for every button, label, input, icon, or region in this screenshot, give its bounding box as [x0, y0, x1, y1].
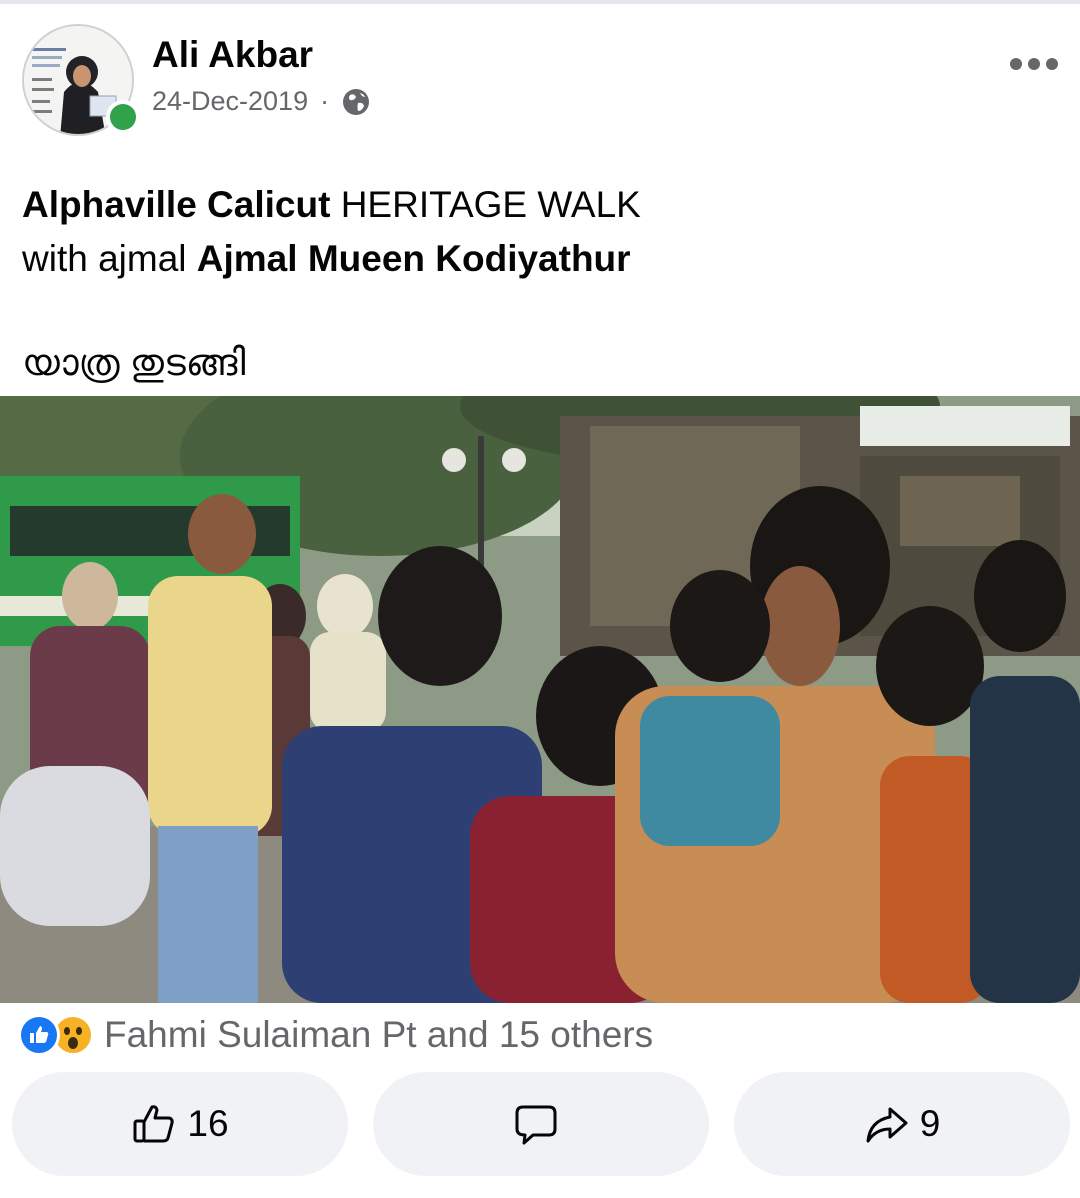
reactions-summary-text[interactable]: Fahmi Sulaiman Pt and 15 others [104, 1014, 653, 1056]
post-actions: 16 9 [12, 1072, 1070, 1176]
post-header: Ali Akbar 24-Dec-2019 · [0, 20, 1080, 140]
meta-separator: · [320, 86, 330, 116]
post-date[interactable]: 24-Dec-2019 [152, 86, 308, 117]
reactions-summary[interactable]: Fahmi Sulaiman Pt and 15 others [18, 1010, 653, 1060]
online-status-indicator [106, 100, 140, 134]
post-text-line-2: with ajmal Ajmal Mueen Kodiyathur [22, 232, 1062, 286]
more-options-icon[interactable] [1010, 56, 1058, 72]
like-count: 16 [187, 1103, 229, 1144]
tagged-person-link[interactable]: Ajmal Mueen Kodiyathur [197, 238, 631, 279]
post-photo[interactable] [0, 396, 1080, 1003]
post-text-fragment: with ajmal [22, 238, 197, 279]
top-divider [0, 0, 1080, 4]
photo-group-heritage-walk [0, 396, 1080, 1003]
thumbs-up-icon [133, 1105, 175, 1143]
post-meta: 24-Dec-2019 · [152, 86, 371, 117]
tagged-page-link[interactable]: Alphaville Calicut [22, 184, 330, 225]
comment-button[interactable] [373, 1072, 709, 1176]
author-name[interactable]: Ali Akbar [152, 34, 313, 76]
like-icon [18, 1014, 60, 1056]
like-button[interactable]: 16 [12, 1072, 348, 1176]
share-count: 9 [919, 1103, 941, 1144]
post-text-fragment: HERITAGE WALK [330, 184, 641, 225]
comment-icon [515, 1105, 557, 1145]
post-text-malayalam: യാത്ര തുടങ്ങി [22, 342, 246, 383]
post-text: Alphaville Calicut HERITAGE WALK with aj… [22, 178, 1062, 286]
share-button[interactable]: 9 [734, 1072, 1070, 1176]
share-icon [866, 1107, 908, 1143]
post-text-line-1: Alphaville Calicut HERITAGE WALK [22, 178, 1062, 232]
globe-icon [341, 87, 371, 117]
